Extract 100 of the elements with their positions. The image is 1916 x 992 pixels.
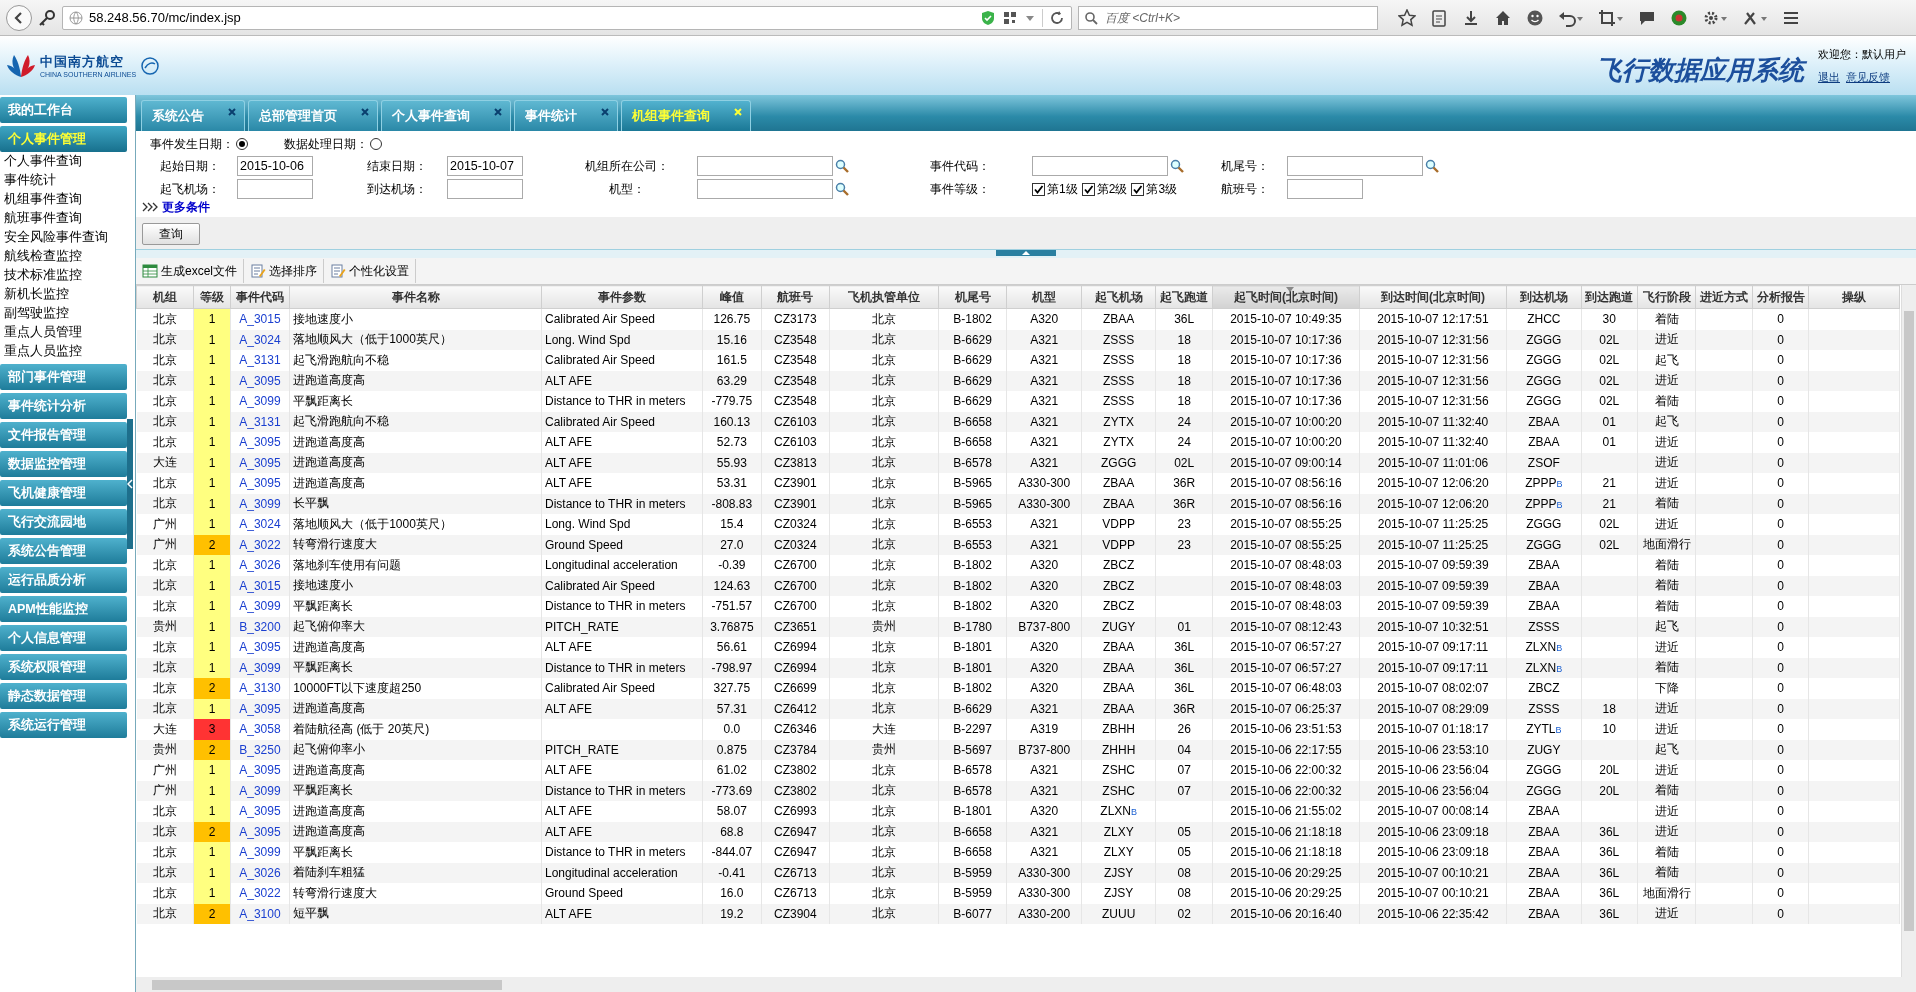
radio-button[interactable]	[236, 138, 248, 150]
checkbox[interactable]	[1081, 182, 1095, 196]
sidebar-item[interactable]: 技术标准监控	[0, 266, 127, 285]
column-header[interactable]: 航班号	[761, 285, 830, 309]
event-code-link[interactable]: A_3099	[230, 780, 290, 801]
search-icon[interactable]	[1084, 10, 1098, 25]
vertical-scrollbar[interactable]	[1901, 285, 1916, 977]
toolbar-button[interactable]: 个性化设置	[324, 259, 416, 283]
sidebar-section[interactable]: 个人事件管理	[0, 126, 127, 152]
event-code-link[interactable]: A_3022	[230, 883, 290, 904]
clipboard-icon[interactable]	[1430, 8, 1448, 27]
sidebar-item[interactable]: 航班事件查询	[0, 209, 127, 228]
header-link[interactable]: 退出	[1818, 69, 1840, 85]
input-field[interactable]: 2015-10-06	[237, 156, 313, 176]
event-code-link[interactable]: A_3058	[230, 719, 290, 740]
column-header[interactable]: 起飞机场	[1081, 285, 1156, 309]
circle-icon[interactable]	[1670, 8, 1688, 27]
close-icon[interactable]	[361, 108, 369, 116]
input-field[interactable]	[447, 179, 523, 199]
sidebar-item[interactable]: 个人事件查询	[0, 152, 127, 171]
crop-icon[interactable]	[1598, 8, 1624, 27]
column-header[interactable]: 分析报告	[1752, 285, 1809, 309]
sidebar-item[interactable]: 航线检查监控	[0, 247, 127, 266]
magnifier-icon[interactable]	[835, 159, 849, 173]
magnifier-icon[interactable]	[835, 182, 849, 196]
event-code-link[interactable]: A_3095	[230, 432, 290, 453]
event-code-link[interactable]: A_3095	[230, 370, 290, 391]
event-code-link[interactable]: A_3095	[230, 760, 290, 781]
column-header[interactable]: 机尾号	[938, 285, 1007, 309]
event-code-link[interactable]: A_3099	[230, 657, 290, 678]
event-code-link[interactable]: A_3022	[230, 534, 290, 555]
event-code-link[interactable]: A_3100	[230, 903, 290, 924]
column-header[interactable]: 事件参数	[541, 285, 703, 309]
event-code-link[interactable]: A_3024	[230, 329, 290, 350]
shield-icon[interactable]	[980, 9, 996, 26]
input-field[interactable]	[1032, 156, 1168, 176]
column-header[interactable]: 峰值	[702, 285, 762, 309]
toolbar-button[interactable]: 生成excel文件	[136, 259, 244, 283]
column-header[interactable]: 到达时间(北京时间)	[1359, 285, 1507, 309]
more-conditions-link[interactable]: 更多条件	[162, 199, 210, 215]
sidebar-item[interactable]: 重点人员监控	[0, 342, 127, 361]
column-header[interactable]: 飞行阶段	[1637, 285, 1696, 309]
event-code-link[interactable]: A_3095	[230, 473, 290, 494]
radio-button[interactable]	[370, 138, 382, 150]
download-icon[interactable]	[1462, 8, 1480, 27]
input-field[interactable]	[1287, 156, 1423, 176]
column-header[interactable]: 到达跑道	[1581, 285, 1638, 309]
column-header[interactable]: 起飞时间(北京时间)	[1212, 285, 1360, 309]
event-code-link[interactable]: A_3131	[230, 350, 290, 371]
event-code-link[interactable]: A_3130	[230, 678, 290, 699]
event-code-link[interactable]: A_3095	[230, 821, 290, 842]
close-icon[interactable]	[228, 108, 236, 116]
column-header[interactable]: 事件名称	[289, 285, 542, 309]
sidebar-item[interactable]: 事件统计	[0, 171, 127, 190]
checkbox[interactable]	[1032, 182, 1045, 196]
event-code-link[interactable]: A_3024	[230, 514, 290, 535]
event-code-link[interactable]: A_3131	[230, 411, 290, 432]
sidebar-item[interactable]: 安全风险事件查询	[0, 228, 127, 247]
qr-code-icon[interactable]	[1002, 9, 1018, 26]
horizontal-scrollbar[interactable]	[136, 977, 1916, 992]
event-code-link[interactable]: A_3099	[230, 391, 290, 412]
event-code-link[interactable]: A_3015	[230, 575, 290, 596]
close-icon[interactable]	[601, 108, 609, 116]
input-field[interactable]	[1287, 179, 1363, 199]
input-field[interactable]	[697, 156, 833, 176]
event-code-link[interactable]: B_3250	[230, 739, 290, 760]
column-header[interactable]: 到达机场	[1506, 285, 1582, 309]
column-header[interactable]: 等级	[193, 285, 231, 309]
back-button[interactable]	[6, 4, 32, 31]
event-code-link[interactable]: A_3095	[230, 698, 290, 719]
header-link[interactable]: 意见反馈	[1846, 69, 1890, 85]
event-code-link[interactable]: A_3015	[230, 308, 290, 330]
collapse-handle[interactable]	[996, 250, 1056, 256]
sidebar-item[interactable]: 副驾驶监控	[0, 304, 127, 323]
event-code-link[interactable]: A_3095	[230, 801, 290, 822]
column-header[interactable]: 机组	[136, 285, 194, 309]
column-header[interactable]: 机型	[1006, 285, 1082, 309]
sidebar-item[interactable]: 新机长监控	[0, 285, 127, 304]
magnifier-icon[interactable]	[1425, 159, 1439, 173]
input-field[interactable]: 2015-10-07	[447, 156, 523, 176]
address-field[interactable]: 58.248.56.70/mc/index.jsp	[62, 5, 1072, 30]
event-code-link[interactable]: A_3026	[230, 555, 290, 576]
sidebar-item[interactable]: 机组事件查询	[0, 190, 127, 209]
column-header[interactable]: 操纵	[1808, 285, 1900, 309]
key-icon[interactable]	[38, 8, 56, 27]
event-code-link[interactable]: A_3095	[230, 637, 290, 658]
event-code-link[interactable]: A_3099	[230, 493, 290, 514]
column-header[interactable]: 起飞跑道	[1155, 285, 1213, 309]
column-header[interactable]: 事件代码	[230, 285, 290, 309]
event-code-link[interactable]: A_3099	[230, 842, 290, 863]
column-header[interactable]: 飞机执管单位	[829, 285, 939, 309]
sidebar-section[interactable]: 个人信息管理	[0, 625, 127, 651]
event-code-link[interactable]: A_3095	[230, 452, 290, 473]
event-code-link[interactable]: B_3200	[230, 616, 290, 637]
smiley-icon[interactable]	[1526, 8, 1544, 27]
checkbox[interactable]	[1131, 182, 1145, 196]
magnifier-icon[interactable]	[1170, 159, 1184, 173]
event-code-link[interactable]: A_3099	[230, 596, 290, 617]
input-field[interactable]	[697, 179, 833, 199]
close-icon[interactable]	[494, 108, 502, 116]
